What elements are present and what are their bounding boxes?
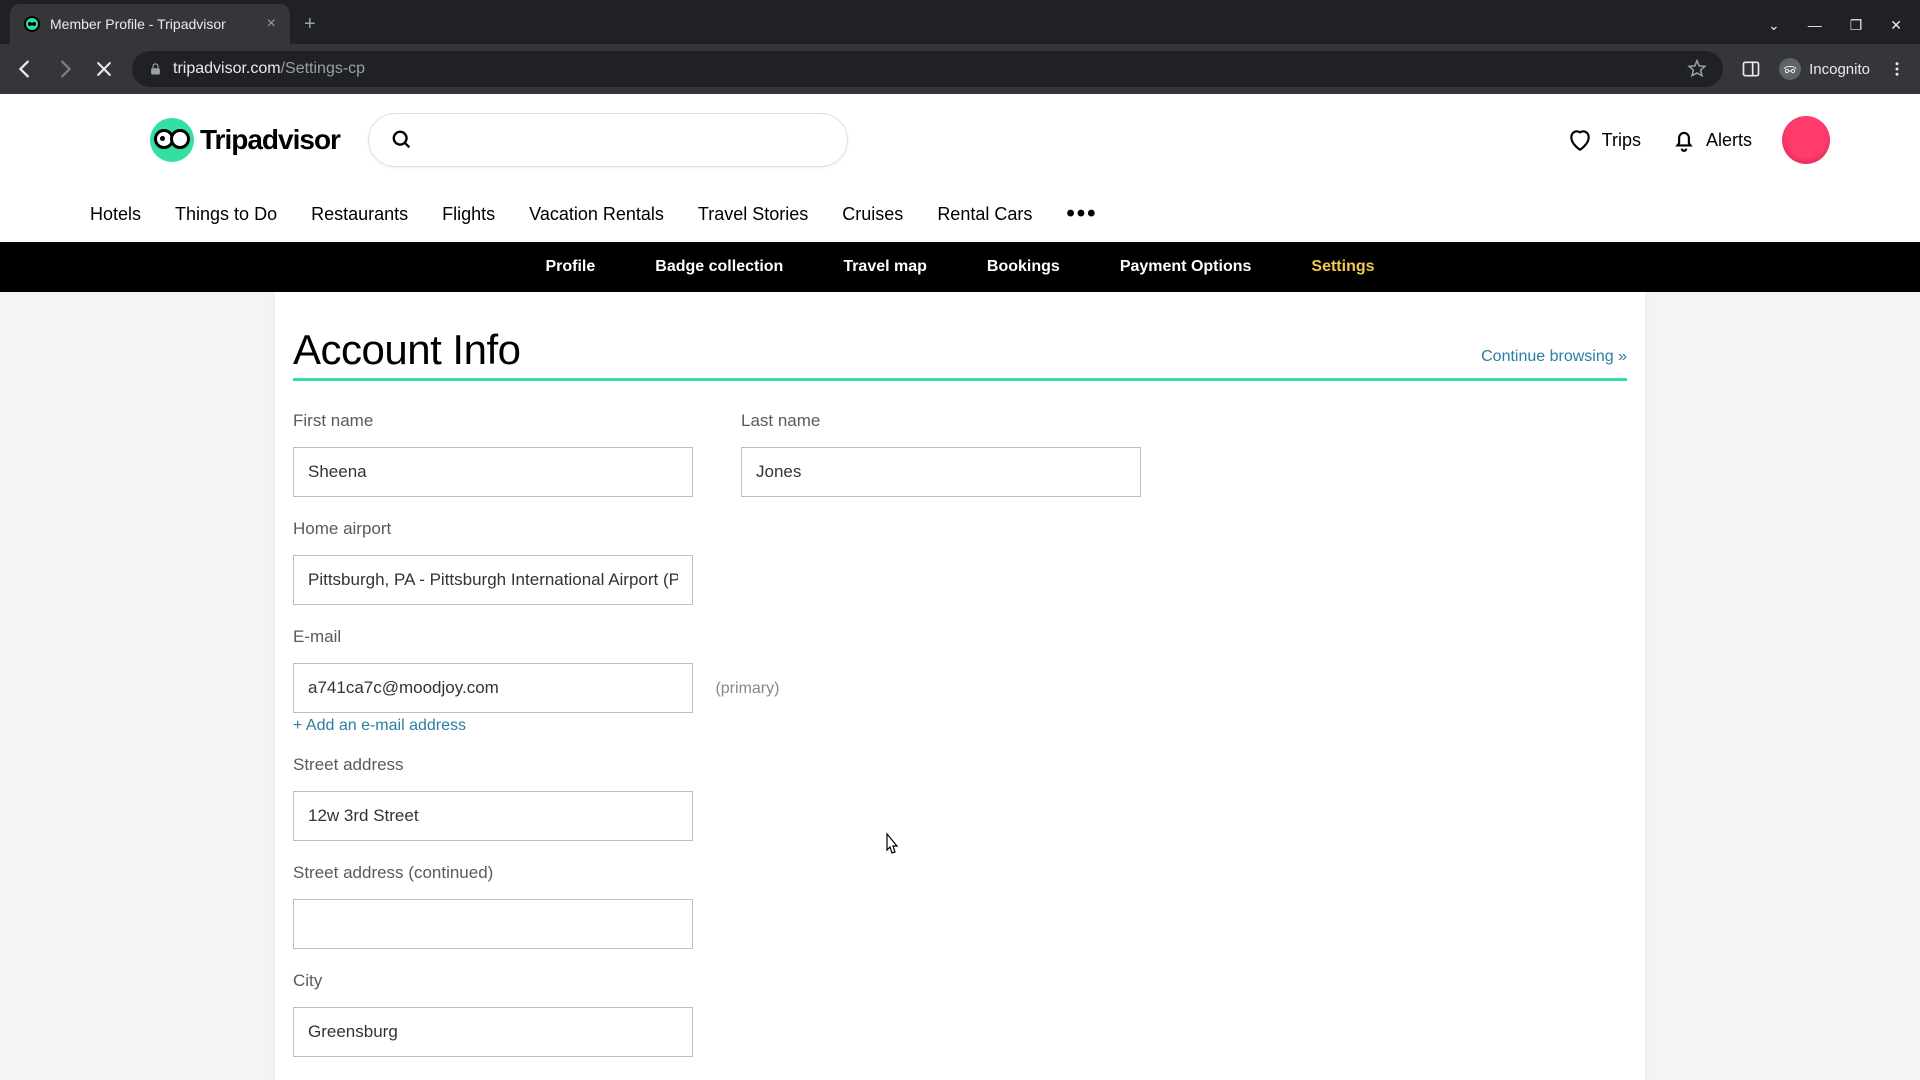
nav-hotels[interactable]: Hotels bbox=[90, 204, 141, 225]
street-address-field[interactable] bbox=[293, 791, 693, 841]
new-tab-button[interactable]: + bbox=[304, 13, 316, 36]
stop-reload-button[interactable] bbox=[94, 59, 114, 79]
settings-panel: Account Info Continue browsing » First n… bbox=[275, 292, 1645, 1080]
nav-cruises[interactable]: Cruises bbox=[842, 204, 903, 225]
street-address-2-field[interactable] bbox=[293, 899, 693, 949]
bell-icon bbox=[1671, 127, 1697, 153]
brand-text: Tripadvisor bbox=[200, 124, 340, 156]
page-title: Account Info bbox=[293, 326, 520, 374]
subnav-badge-collection[interactable]: Badge collection bbox=[655, 258, 783, 276]
nav-vacation-rentals[interactable]: Vacation Rentals bbox=[529, 204, 664, 225]
browser-toolbar: tripadvisor.com/Settings-cp Incognito bbox=[0, 44, 1920, 94]
alerts-link[interactable]: Alerts bbox=[1671, 127, 1752, 153]
maximize-icon[interactable]: ❐ bbox=[1850, 17, 1863, 34]
nav-things-to-do[interactable]: Things to Do bbox=[175, 204, 277, 225]
site-header: Tripadvisor Trips Alerts bbox=[0, 94, 1920, 186]
tab-favicon bbox=[24, 16, 40, 32]
menu-icon[interactable] bbox=[1888, 60, 1906, 78]
continue-browsing-link[interactable]: Continue browsing » bbox=[1481, 348, 1627, 374]
nav-travel-stories[interactable]: Travel Stories bbox=[698, 204, 808, 225]
lock-icon bbox=[148, 62, 163, 77]
search-icon bbox=[391, 129, 413, 151]
street-address-label: Street address bbox=[293, 755, 1627, 775]
primary-nav: Hotels Things to Do Restaurants Flights … bbox=[0, 186, 1920, 242]
email-label: E-mail bbox=[293, 627, 1627, 647]
owl-icon bbox=[150, 118, 194, 162]
incognito-badge[interactable]: Incognito bbox=[1779, 58, 1870, 80]
bookmark-icon[interactable] bbox=[1687, 59, 1707, 79]
first-name-label: First name bbox=[293, 411, 693, 431]
heart-icon bbox=[1567, 127, 1593, 153]
city-label: City bbox=[293, 971, 1627, 991]
trips-link[interactable]: Trips bbox=[1567, 127, 1641, 153]
city-field[interactable] bbox=[293, 1007, 693, 1057]
minimize-icon[interactable]: ― bbox=[1808, 17, 1822, 34]
home-airport-label: Home airport bbox=[293, 519, 1627, 539]
subnav-profile[interactable]: Profile bbox=[545, 258, 595, 276]
home-airport-field[interactable] bbox=[293, 555, 693, 605]
subnav-payment-options[interactable]: Payment Options bbox=[1120, 258, 1252, 276]
nav-restaurants[interactable]: Restaurants bbox=[311, 204, 408, 225]
close-window-icon[interactable]: ✕ bbox=[1890, 17, 1902, 34]
profile-subnav: Profile Badge collection Travel map Book… bbox=[0, 242, 1920, 292]
subnav-travel-map[interactable]: Travel map bbox=[843, 258, 927, 276]
avatar[interactable] bbox=[1782, 116, 1830, 164]
first-name-field[interactable] bbox=[293, 447, 693, 497]
brand-logo[interactable]: Tripadvisor bbox=[150, 118, 340, 162]
tab-search-icon[interactable]: ⌄ bbox=[1768, 17, 1780, 34]
back-button[interactable] bbox=[14, 58, 36, 80]
side-panel-icon[interactable] bbox=[1741, 59, 1761, 79]
browser-tab[interactable]: Member Profile - Tripadvisor × bbox=[10, 4, 290, 44]
window-controls: ⌄ ― ❐ ✕ bbox=[1768, 17, 1920, 44]
incognito-icon bbox=[1779, 58, 1801, 80]
email-primary-note: (primary) bbox=[715, 680, 779, 697]
nav-flights[interactable]: Flights bbox=[442, 204, 495, 225]
street-address-2-label: Street address (continued) bbox=[293, 863, 1627, 883]
email-field[interactable] bbox=[293, 663, 693, 713]
browser-titlebar: Member Profile - Tripadvisor × + ⌄ ― ❐ ✕ bbox=[0, 0, 1920, 44]
last-name-field[interactable] bbox=[741, 447, 1141, 497]
url-text: tripadvisor.com/Settings-cp bbox=[173, 60, 365, 78]
nav-rental-cars[interactable]: Rental Cars bbox=[937, 204, 1032, 225]
subnav-bookings[interactable]: Bookings bbox=[987, 258, 1060, 276]
incognito-label: Incognito bbox=[1809, 61, 1870, 78]
address-bar[interactable]: tripadvisor.com/Settings-cp bbox=[132, 51, 1723, 87]
add-email-link[interactable]: + Add an e-mail address bbox=[293, 717, 466, 735]
forward-button[interactable] bbox=[54, 58, 76, 80]
page-viewport: Tripadvisor Trips Alerts Hotels Things t… bbox=[0, 94, 1920, 1080]
close-icon[interactable]: × bbox=[267, 15, 276, 33]
tab-title: Member Profile - Tripadvisor bbox=[50, 16, 257, 32]
search-input[interactable] bbox=[368, 113, 848, 167]
subnav-settings[interactable]: Settings bbox=[1311, 258, 1374, 276]
last-name-label: Last name bbox=[741, 411, 1141, 431]
